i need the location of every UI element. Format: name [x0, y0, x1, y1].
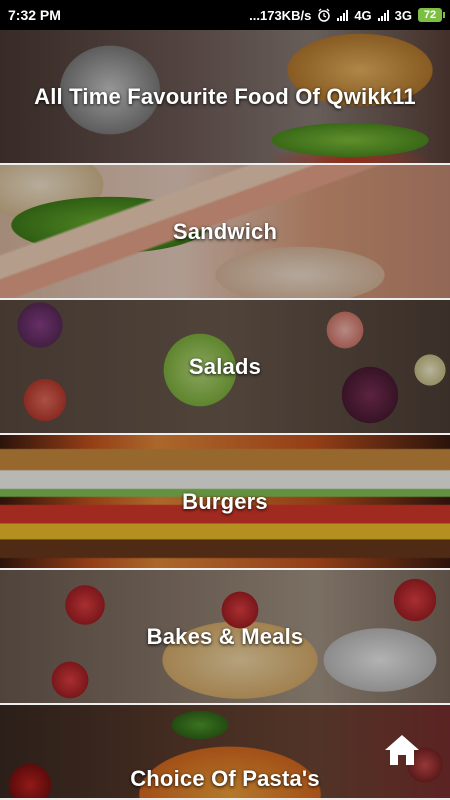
category-tile-burgers[interactable]: Burgers	[0, 435, 450, 570]
category-label: All Time Favourite Food Of Qwikk11	[34, 83, 416, 109]
category-label: Bakes & Meals	[146, 623, 304, 649]
category-label: Salads	[188, 353, 262, 379]
signal-bars-icon	[377, 9, 389, 21]
signal-bars-icon	[337, 9, 349, 21]
category-list: All Time Favourite Food Of Qwikk11 Sandw…	[0, 30, 450, 800]
category-tile-bakes-meals[interactable]: Bakes & Meals	[0, 570, 450, 705]
home-button[interactable]	[382, 732, 422, 768]
status-time: 7:32 PM	[8, 7, 61, 23]
status-bar: 7:32 PM ...173KB/s 4G 3G 72	[0, 0, 450, 30]
battery-icon: 72	[418, 8, 445, 22]
category-label: Choice Of Pasta's	[130, 766, 320, 791]
category-tile-favourites[interactable]: All Time Favourite Food Of Qwikk11	[0, 30, 450, 165]
category-tile-salads[interactable]: Salads	[0, 300, 450, 435]
status-icons: ...173KB/s 4G 3G 72	[249, 7, 445, 23]
network-speed: ...173KB/s	[249, 7, 312, 23]
home-icon	[385, 735, 419, 765]
alarm-clock-icon	[317, 8, 331, 22]
network-type-4g: 4G	[354, 7, 372, 23]
category-label: Burgers	[182, 488, 268, 514]
network-type-3g: 3G	[394, 7, 412, 23]
category-tile-sandwich[interactable]: Sandwich	[0, 165, 450, 300]
category-label: Sandwich	[172, 218, 278, 244]
